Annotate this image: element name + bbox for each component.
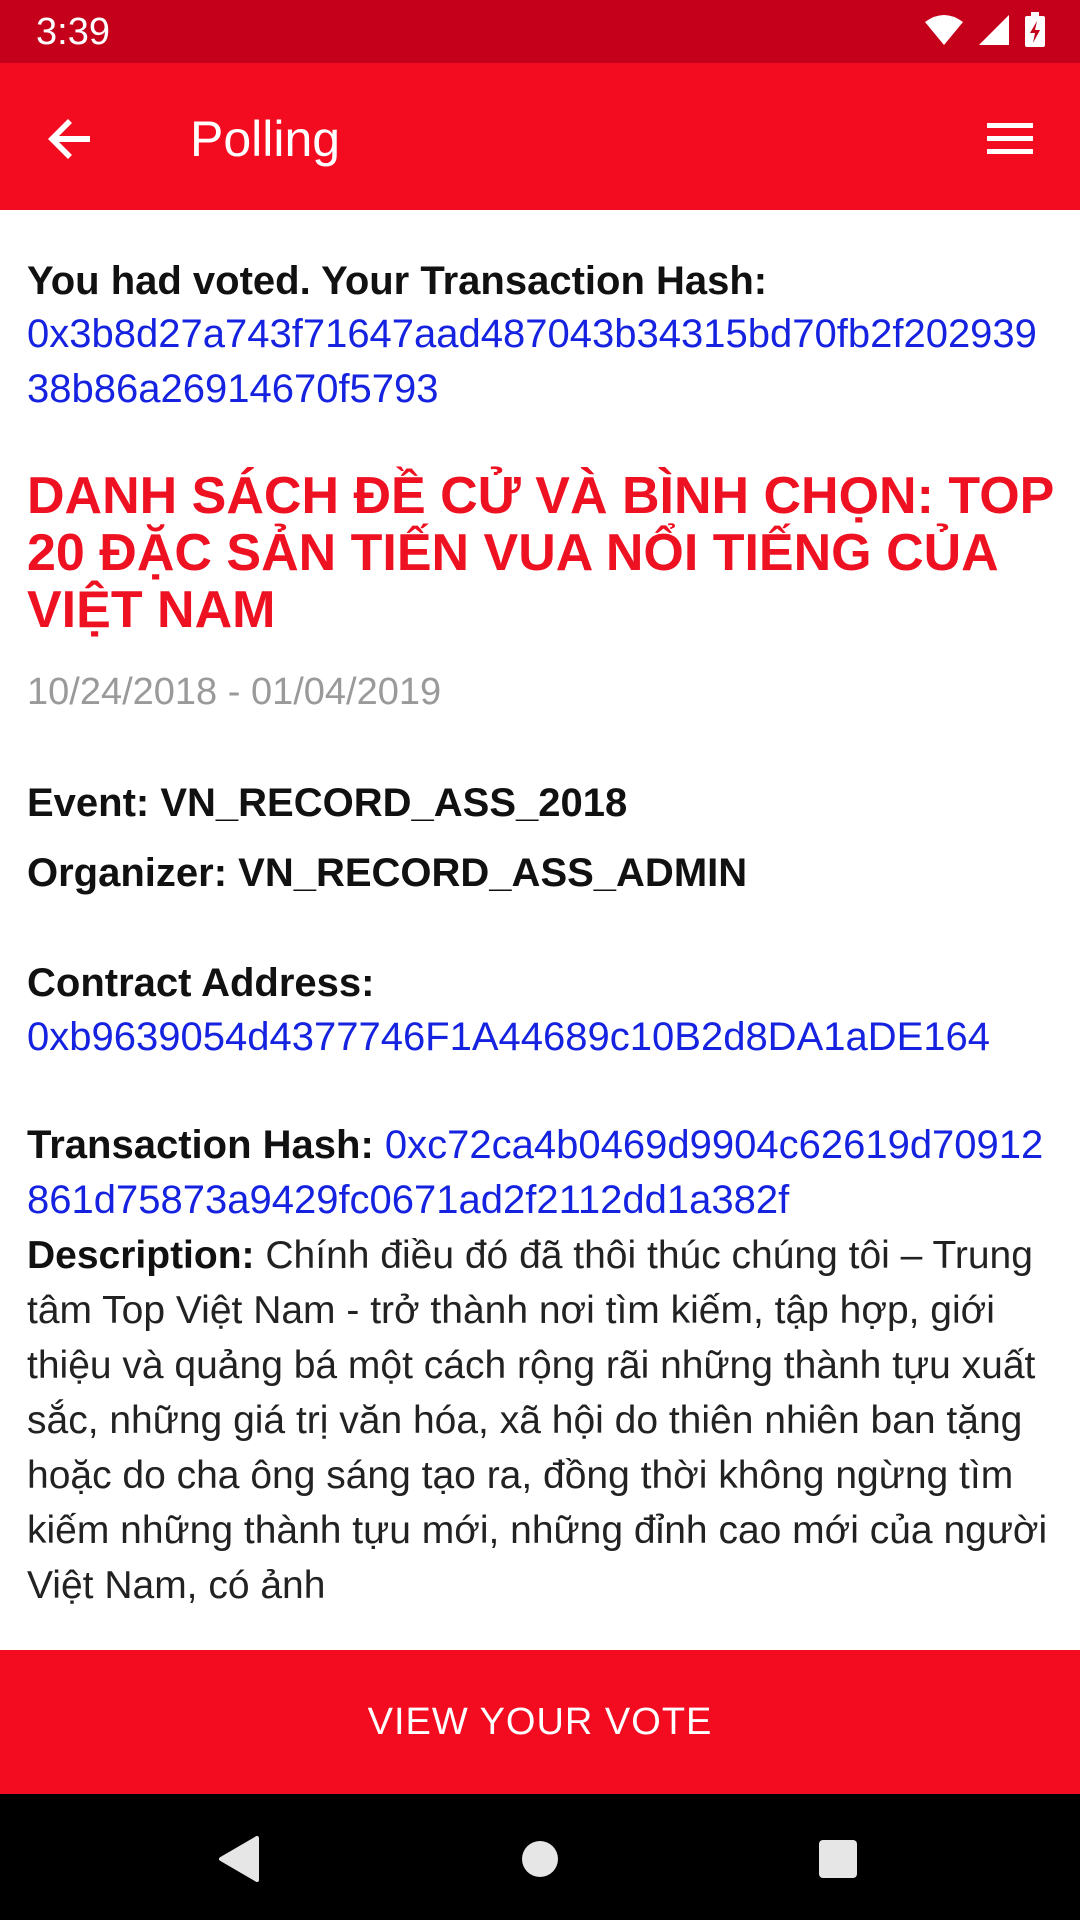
voted-label: You had voted. Your Transaction Hash: <box>27 259 768 303</box>
status-icons <box>924 11 1046 53</box>
nav-home-button[interactable] <box>505 1824 575 1894</box>
poll-details-content[interactable]: You had voted. Your Transaction Hash: 0x… <box>0 210 1080 1650</box>
description-label: Description: <box>27 1234 255 1277</box>
description-text: Chính điều đó đã thôi thúc chúng tôi – T… <box>27 1234 1048 1607</box>
status-time: 3:39 <box>36 11 110 53</box>
navigation-bar <box>0 1794 1080 1920</box>
contract-address-label: Contract Address: <box>27 961 375 1005</box>
event-label: Event: VN_RECORD_ASS_2018 <box>27 781 628 825</box>
arrow-back-icon <box>48 119 90 159</box>
view-your-vote-button[interactable]: VIEW YOUR VOTE <box>0 1650 1080 1794</box>
battery-icon <box>1024 11 1046 53</box>
organizer-label: Organizer: VN_RECORD_ASS_ADMIN <box>27 851 748 895</box>
poll-title: DANH SÁCH ĐỀ CỬ VÀ BÌNH CHỌN: TOP 20 ĐẶC… <box>27 467 1054 639</box>
nav-back-button[interactable] <box>204 1824 274 1894</box>
description-block: Description: Chính điều đó đã thôi thúc … <box>27 1228 1057 1613</box>
page-title: Polling <box>190 111 341 167</box>
nav-home-icon <box>522 1841 558 1877</box>
transaction-hash-block: Transaction Hash: 0xc72ca4b0469d9904c626… <box>27 1118 1057 1228</box>
nav-recents-icon <box>819 1840 857 1878</box>
voted-transaction-hash-link[interactable]: 0x3b8d27a743f71647aad487043b34315bd70fb2… <box>27 307 1057 417</box>
contract-address-link[interactable]: 0xb9639054d4377746F1A44689c10B2d8DA1aDE1… <box>27 1010 1057 1065</box>
menu-button[interactable] <box>974 103 1046 175</box>
hamburger-menu-icon <box>987 123 1033 154</box>
poll-dates: 10/24/2018 - 01/04/2019 <box>27 671 442 713</box>
wifi-icon <box>924 14 964 51</box>
nav-recents-button[interactable] <box>803 1824 873 1894</box>
back-button[interactable] <box>34 103 106 175</box>
transaction-hash-label: Transaction Hash: <box>27 1123 374 1167</box>
status-bar: 3:39 <box>0 0 1080 63</box>
app-bar: Polling <box>0 63 1080 210</box>
signal-icon <box>978 14 1010 51</box>
nav-back-icon <box>219 1836 259 1882</box>
